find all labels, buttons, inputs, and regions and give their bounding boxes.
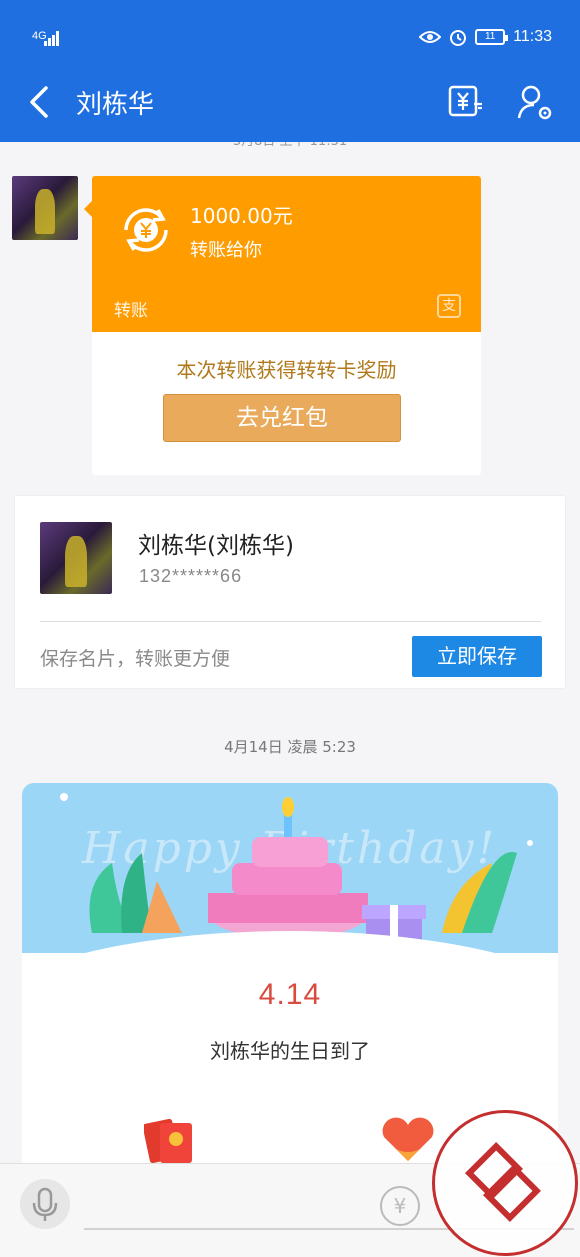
contact-name: 刘栋华(刘栋华) <box>138 533 294 559</box>
signal-bars-icon <box>44 30 62 46</box>
heart-icon[interactable] <box>378 1115 438 1165</box>
contact-avatar <box>40 522 112 594</box>
timestamp-top: 3月8日 上午 11:31 <box>0 142 580 150</box>
yuan-exchange-icon <box>124 208 168 252</box>
transfer-amount: 1000.00元 <box>190 204 293 228</box>
timestamp-middle: 4月14日 凌晨 5:23 <box>224 738 356 756</box>
transfer-button[interactable]: ¥ <box>380 1186 420 1226</box>
birthday-banner: Happy Birthday! <box>22 783 558 1131</box>
battery-icon: 11 <box>475 29 509 45</box>
reward-text: 本次转账获得转转卡奖励 <box>176 358 397 382</box>
save-contact-button[interactable]: 立即保存 <box>412 636 542 677</box>
status-bar: 4G 11 11:33 <box>0 0 580 64</box>
chat-title: 刘栋华 <box>76 90 155 120</box>
contact-card[interactable]: 刘栋华(刘栋华) 132******66 保存名片，转账更方便 立即保存 <box>14 495 566 689</box>
microphone-icon <box>32 1187 58 1221</box>
transfer-header: 1000.00元 转账给你 转账 支 <box>92 176 481 332</box>
sender-avatar[interactable] <box>12 176 78 240</box>
red-packet-icon[interactable] <box>144 1115 196 1165</box>
birthday-cake-icon <box>60 793 533 953</box>
redeem-red-packet-button[interactable]: 去兑红包 <box>163 394 401 442</box>
voice-input-button[interactable] <box>20 1179 70 1229</box>
birthday-date: 4.14 <box>258 978 322 1011</box>
watermark-logo <box>432 1110 578 1256</box>
transfer-subtitle: 转账给你 <box>190 240 262 261</box>
eye-comfort-icon <box>419 31 442 43</box>
yuan-icon: ¥ <box>393 1194 407 1218</box>
contact-phone: 132******66 <box>139 566 243 586</box>
banner-hill <box>22 931 558 1131</box>
divider <box>40 621 541 622</box>
profile-settings-icon[interactable] <box>516 84 554 122</box>
transfer-card[interactable]: 1000.00元 转账给你 转账 支 本次转账获得转转卡奖励 去兑红包 <box>92 176 481 475</box>
alipay-logo-icon: 支 <box>437 294 461 318</box>
back-arrow-icon[interactable] <box>26 84 56 120</box>
save-hint: 保存名片，转账更方便 <box>40 648 231 670</box>
chat-header: 刘栋华 <box>0 64 580 142</box>
transfer-label: 转账 <box>114 301 148 321</box>
birthday-message: 刘栋华的生日到了 <box>210 1039 370 1063</box>
transfer-yuan-icon[interactable] <box>448 84 484 120</box>
watermark-seal-icon <box>465 1142 541 1222</box>
status-icons: 11 11:33 <box>419 28 552 46</box>
clock: 11:33 <box>513 28 552 45</box>
alarm-icon <box>450 30 467 46</box>
